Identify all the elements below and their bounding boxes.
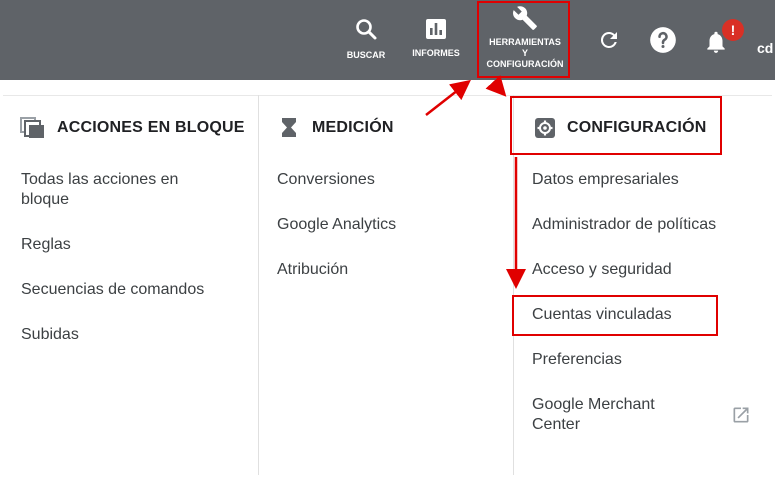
- bar-chart-icon: [426, 19, 446, 39]
- menu-item-google-merchant-center[interactable]: Google Merchant Center: [532, 395, 692, 435]
- column-divider: [258, 95, 259, 475]
- arrow-to-setup: [485, 75, 507, 97]
- gear-icon: [535, 118, 555, 138]
- menu-item-attribution[interactable]: Atribución: [277, 260, 348, 280]
- bulk-actions-title: ACCIONES EN BLOQUE: [57, 119, 245, 136]
- reports-button[interactable]: INFORMES: [407, 17, 465, 59]
- menu-item-rules[interactable]: Reglas: [21, 235, 71, 255]
- copy-stack-icon: [20, 117, 44, 138]
- help-icon: [650, 27, 676, 53]
- tools-label-line3: CONFIGURACIÓN: [486, 59, 564, 69]
- menu-item-all-bulk-actions[interactable]: Todas las acciones en bloque: [21, 170, 221, 210]
- menu-item-scripts[interactable]: Secuencias de comandos: [21, 280, 204, 300]
- search-icon: [356, 19, 377, 40]
- setup-title: CONFIGURACIÓN: [567, 119, 707, 136]
- column-divider: [513, 95, 514, 475]
- menu-item-policy-manager[interactable]: Administrador de políticas: [532, 215, 716, 235]
- menu-item-conversions[interactable]: Conversiones: [277, 170, 375, 190]
- help-button[interactable]: [649, 26, 677, 54]
- notification-badge: !: [722, 19, 744, 41]
- reports-label: INFORMES: [412, 48, 460, 58]
- tools-label-line1: HERRAMIENTAS: [489, 37, 561, 47]
- wrench-icon: [513, 6, 537, 30]
- search-label: BUSCAR: [346, 50, 386, 60]
- hourglass-icon: [282, 118, 296, 137]
- menu-item-linked-accounts[interactable]: Cuentas vinculadas: [532, 305, 672, 325]
- menu-item-business-data[interactable]: Datos empresariales: [532, 170, 679, 190]
- refresh-button[interactable]: [596, 28, 622, 52]
- menu-item-access-security[interactable]: Acceso y seguridad: [532, 260, 672, 280]
- menu-item-uploads[interactable]: Subidas: [21, 325, 79, 345]
- menu-item-google-analytics[interactable]: Google Analytics: [277, 215, 396, 235]
- menu-item-preferences[interactable]: Preferencias: [532, 350, 622, 370]
- search-button[interactable]: BUSCAR: [343, 17, 389, 61]
- tools-label-line2: Y: [521, 48, 528, 58]
- external-link-icon[interactable]: [731, 405, 751, 425]
- refresh-icon: [600, 31, 617, 48]
- user-account-text[interactable]: cd: [757, 40, 773, 56]
- measurement-title: MEDICIÓN: [312, 119, 394, 136]
- tools-settings-button[interactable]: HERRAMIENTAS Y CONFIGURACIÓN: [480, 5, 570, 70]
